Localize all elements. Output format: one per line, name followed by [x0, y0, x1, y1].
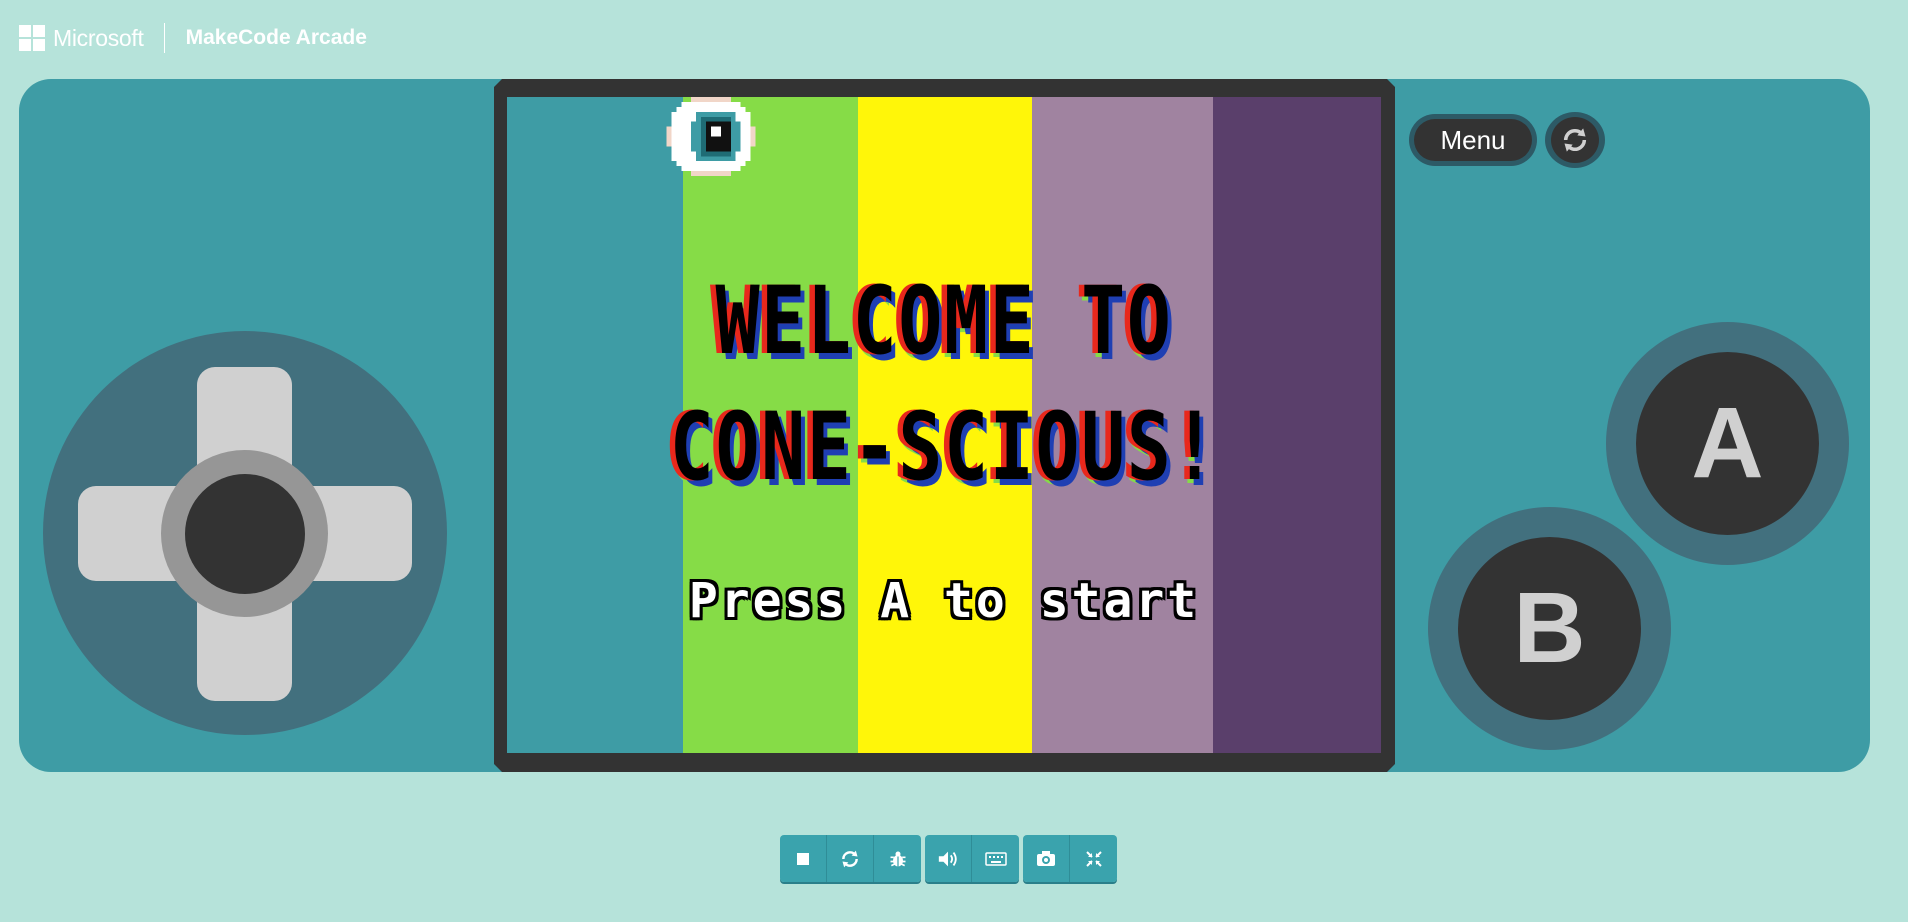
product-name: MakeCode Arcade — [185, 26, 367, 49]
reset-button[interactable] — [1545, 112, 1605, 168]
menu-button[interactable]: Menu — [1409, 114, 1537, 166]
toolbar-group-run — [780, 835, 921, 882]
joystick-center[interactable] — [185, 474, 305, 594]
mute-button[interactable] — [925, 835, 972, 882]
stop-icon — [797, 852, 809, 865]
debug-icon — [890, 851, 905, 866]
simulator-toolbar — [780, 835, 1121, 882]
header-divider — [163, 23, 165, 53]
fullscreen-button[interactable] — [1070, 835, 1117, 882]
eyeball-sprite-icon — [666, 97, 756, 181]
b-button[interactable]: B — [1458, 537, 1641, 720]
game-title-line-2: CONE-SCIOUS! — [669, 393, 1219, 502]
screenshot-icon — [1037, 850, 1055, 866]
app-header: Microsoft MakeCode Arcade — [19, 22, 367, 54]
stop-button[interactable] — [780, 835, 827, 882]
a-button[interactable]: A — [1636, 352, 1819, 535]
keyboard-controls-button[interactable] — [972, 835, 1019, 882]
screenshot-button[interactable] — [1023, 835, 1070, 882]
start-prompt: Press A to start — [688, 573, 1200, 629]
debug-button[interactable] — [874, 835, 921, 882]
refresh-icon — [1563, 128, 1587, 152]
toolbar-group-io — [925, 835, 1019, 882]
game-screen-frame: WELCOME TO CONE-SCIOUS! Press A to start — [494, 79, 1395, 772]
settings-icon — [1085, 850, 1102, 867]
keyboard-icon — [984, 851, 1007, 866]
game-screen[interactable]: WELCOME TO CONE-SCIOUS! Press A to start — [507, 97, 1381, 753]
microsoft-logo-icon — [19, 25, 45, 51]
company-name: Microsoft — [53, 24, 144, 51]
game-title-line-1: WELCOME TO — [715, 267, 1173, 376]
menu-button-label: Menu — [1414, 119, 1532, 161]
restart-icon — [842, 850, 858, 867]
sound-icon — [938, 851, 957, 866]
toolbar-group-extra — [1023, 835, 1117, 882]
restart-button[interactable] — [827, 835, 874, 882]
